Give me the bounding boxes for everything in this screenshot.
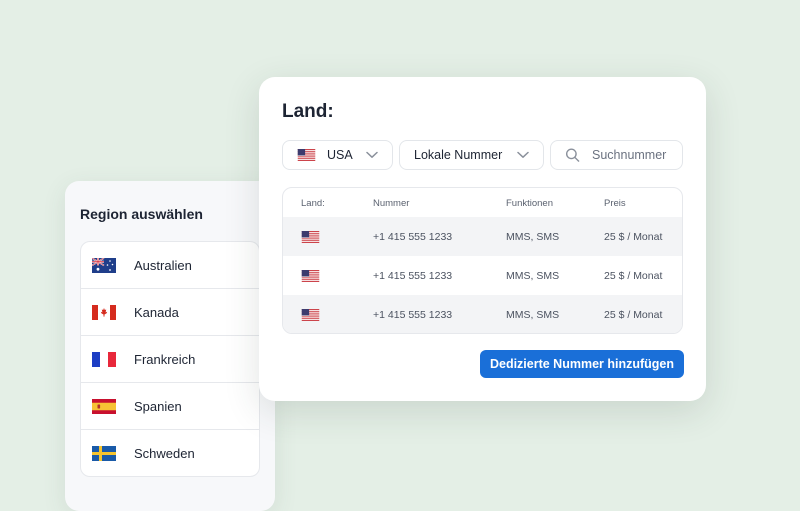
region-panel: Region auswählen Australien Kanada Frank… — [65, 181, 275, 511]
phone-number: +1 415 555 1233 — [373, 309, 453, 321]
usa-flag-icon — [301, 309, 320, 321]
column-header-country: Land: — [301, 198, 325, 209]
region-item-spain[interactable]: Spanien — [81, 383, 259, 430]
number-search-panel: Land: USA Lokale Nummer Land: Nummer Fun… — [259, 77, 706, 401]
search-icon — [565, 148, 580, 162]
page-title: Land: — [282, 101, 334, 122]
table-row[interactable]: +1 415 555 1233 MMS, SMS 25 $ / Monat — [283, 256, 682, 295]
add-dedicated-number-button[interactable]: Dedizierte Nummer hinzufügen — [480, 350, 684, 378]
region-item-label: Kanada — [134, 304, 179, 320]
price: 25 $ / Monat — [604, 270, 663, 282]
price: 25 $ / Monat — [604, 231, 663, 243]
region-panel-title: Region auswählen — [80, 206, 203, 222]
column-header-number: Nummer — [373, 198, 410, 209]
region-list: Australien Kanada Frankreich Spanien Sch… — [80, 241, 260, 477]
usa-flag-icon — [297, 149, 316, 161]
spain-flag-icon — [92, 398, 116, 414]
region-item-france[interactable]: Frankreich — [81, 336, 259, 383]
phone-number: +1 415 555 1233 — [373, 231, 453, 243]
region-item-label: Spanien — [134, 398, 182, 414]
table-header: Land: Nummer Funktionen Preis — [283, 188, 682, 217]
france-flag-icon — [92, 351, 116, 367]
price: 25 $ / Monat — [604, 309, 663, 321]
canada-flag-icon — [92, 304, 116, 320]
features: MMS, SMS — [506, 309, 560, 321]
region-item-canada[interactable]: Kanada — [81, 289, 259, 336]
chevron-down-icon — [517, 150, 529, 160]
column-header-price: Preis — [604, 198, 626, 209]
numbers-table: Land: Nummer Funktionen Preis +1 415 555… — [282, 187, 683, 334]
number-type-dropdown-value: Lokale Nummer — [414, 148, 503, 162]
region-item-label: Schweden — [134, 445, 195, 461]
table-row[interactable]: +1 415 555 1233 MMS, SMS 25 $ / Monat — [283, 217, 682, 256]
region-item-australia[interactable]: Australien — [81, 242, 259, 289]
region-item-sweden[interactable]: Schweden — [81, 430, 259, 476]
australia-flag-icon — [92, 257, 116, 273]
table-row[interactable]: +1 415 555 1233 MMS, SMS 25 $ / Monat — [283, 295, 682, 333]
country-dropdown[interactable]: USA — [282, 140, 393, 170]
region-item-label: Australien — [134, 257, 192, 273]
number-type-dropdown[interactable]: Lokale Nummer — [399, 140, 544, 170]
region-item-label: Frankreich — [134, 351, 196, 367]
country-dropdown-value: USA — [327, 148, 353, 162]
features: MMS, SMS — [506, 270, 560, 282]
chevron-down-icon — [366, 150, 378, 160]
column-header-features: Funktionen — [506, 198, 554, 209]
phone-number: +1 415 555 1233 — [373, 270, 453, 282]
usa-flag-icon — [301, 270, 320, 282]
usa-flag-icon — [301, 231, 320, 243]
sweden-flag-icon — [92, 445, 116, 461]
features: MMS, SMS — [506, 231, 560, 243]
search-input[interactable] — [592, 148, 682, 162]
search-field[interactable] — [550, 140, 683, 170]
